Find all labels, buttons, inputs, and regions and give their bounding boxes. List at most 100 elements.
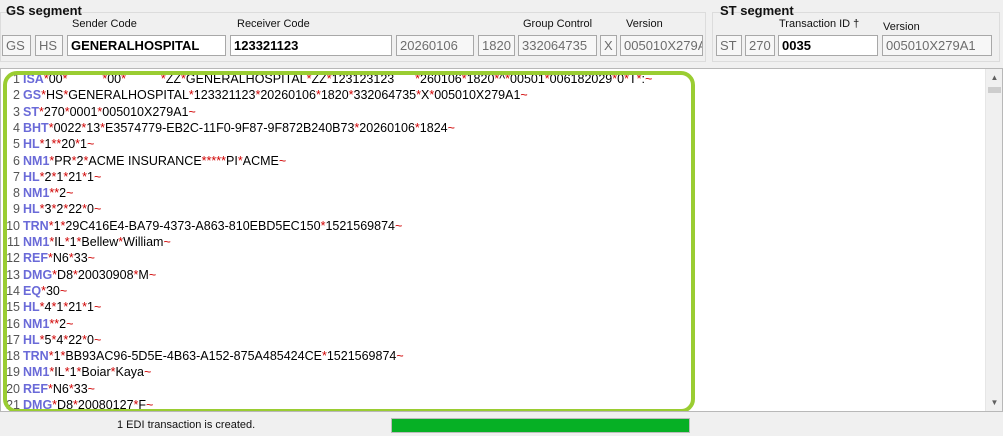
element-text: O: [137, 88, 147, 103]
edi-line[interactable]: 7 HL*2*1*21*1~: [1, 169, 986, 185]
edi-line[interactable]: 19 NM1*IL*1*Boiar*Kaya~: [1, 364, 986, 380]
element-text: 4: [44, 300, 52, 315]
element-text: C: [79, 218, 89, 233]
edi-line[interactable]: 3 ST*270*0001*005010X279A1~: [1, 104, 986, 120]
edi-line[interactable]: 17 HL*5*4*22*0~: [1, 332, 986, 348]
element-text: 2: [334, 88, 342, 103]
transaction-set-code-field[interactable]: 270: [745, 35, 775, 56]
gs-version-field[interactable]: 005010X279A1: [620, 35, 703, 56]
edi-line[interactable]: 13 DMG*D8*20030908*M~: [1, 267, 986, 283]
gs-id-field[interactable]: GS: [2, 35, 31, 56]
segment-terminator: ~: [93, 169, 102, 184]
element-text: F: [216, 120, 224, 135]
element-text: 1: [234, 88, 242, 103]
edi-text-editor[interactable]: 1 ISA*00* *00* *ZZ*GENERALHOSPITAL*ZZ*123…: [0, 68, 1003, 412]
edi-line[interactable]: 4 BHT*0022*13*E3574779-EB2C-11F0-9F87-9F8…: [1, 120, 986, 136]
segment-id: REF: [23, 381, 48, 396]
element-text: 1: [208, 349, 216, 364]
element-text: 1: [326, 349, 334, 364]
element-text: G: [68, 88, 78, 103]
receiver-code-field[interactable]: 123321123: [230, 35, 392, 56]
edi-line[interactable]: 8 NM1**2~: [1, 185, 986, 201]
edi-line[interactable]: 14 EQ*30~: [1, 283, 986, 299]
element-text: 0: [516, 72, 524, 86]
element-text: 5: [448, 88, 456, 103]
edi-line[interactable]: 18 TRN*1*BB93AC96-5D5E-4B63-A152-875A4854…: [1, 348, 986, 364]
scroll-down-arrow-icon[interactable]: ▼: [986, 394, 1002, 411]
edi-line[interactable]: 15 HL*4*1*21*1~: [1, 299, 986, 315]
st-id-field[interactable]: ST: [716, 35, 742, 56]
element-text: 0: [86, 332, 94, 347]
element-text: 8: [66, 267, 74, 282]
element-text: 3: [217, 218, 225, 233]
edi-line[interactable]: 5 HL*1**20*1~: [1, 136, 986, 152]
element-text: N: [131, 153, 141, 168]
edi-line[interactable]: 12 REF*N6*33~: [1, 250, 986, 266]
element-text: 8: [473, 72, 481, 86]
element-text: 2: [77, 267, 85, 282]
element-text: 4: [117, 218, 125, 233]
segment-terminator: ~: [644, 72, 653, 86]
edi-line[interactable]: 6 NM1*PR*2*ACME INSURANCE*****PI*ACME~: [1, 153, 986, 169]
element-text: 6: [210, 218, 218, 233]
gs-date-field[interactable]: 20260106: [396, 35, 474, 56]
element-text: L: [57, 365, 65, 380]
vertical-scrollbar[interactable]: ▲ ▼: [985, 69, 1002, 411]
element-text: 6: [454, 72, 462, 86]
element-text: B: [128, 218, 138, 233]
element-text: 3: [89, 349, 96, 364]
element-text: 1: [462, 88, 469, 103]
element-text: E: [166, 120, 175, 135]
edi-line[interactable]: 10 TRN*1*29C416E4-BA79-4373-A863-810EBD5E…: [1, 218, 986, 234]
element-text: N: [52, 381, 62, 396]
element-text: 1: [69, 235, 77, 249]
agency-code-field[interactable]: X: [600, 35, 617, 56]
edi-line[interactable]: 1 ISA*00* *00* *ZZ*GENERALHOSPITAL*ZZ*123…: [1, 71, 986, 87]
element-text: C: [96, 153, 106, 168]
gs-time-field[interactable]: 1820: [478, 35, 515, 56]
scroll-up-arrow-icon[interactable]: ▲: [986, 69, 1002, 86]
transaction-id-field[interactable]: 0035: [778, 35, 878, 56]
element-text: 3: [45, 283, 53, 298]
edi-line[interactable]: 16 NM1**2~: [1, 316, 986, 332]
element-text: A: [200, 349, 209, 364]
element-text: 0: [86, 202, 94, 217]
element-text: M: [105, 153, 117, 168]
element-text: 0: [91, 267, 99, 282]
element-text: 1: [181, 104, 189, 119]
element-text: E: [109, 218, 118, 233]
element-text: 7: [50, 104, 58, 119]
element-text: 8: [233, 349, 241, 364]
element-text: P: [54, 153, 63, 168]
element-text: 2: [241, 88, 249, 103]
edi-line[interactable]: 11 NM1*IL*1*Bellew*William~: [1, 234, 986, 250]
st-version-field[interactable]: 005010X279A1: [882, 35, 992, 56]
line-number: 7: [13, 169, 20, 184]
element-text: X: [475, 88, 485, 103]
edi-line[interactable]: 20 REF*N6*33~: [1, 381, 986, 397]
segment-id: HL: [23, 202, 40, 217]
edi-line[interactable]: 21 DMG*D8*20080127*F~: [1, 397, 986, 412]
element-text: 2: [200, 88, 208, 103]
segment-terminator: ~: [87, 381, 95, 396]
element-text: 5: [44, 332, 52, 347]
progress-bar: [391, 418, 690, 433]
line-number: 12: [6, 251, 20, 266]
progress-fill: [392, 419, 689, 432]
element-text: a: [137, 365, 144, 380]
segment-terminator: ~: [146, 398, 154, 412]
sender-code-field[interactable]: GENERALHOSPITAL: [67, 35, 226, 56]
functional-id-field[interactable]: HS: [35, 35, 63, 56]
element-text: 0: [455, 88, 462, 103]
element-text: 8: [228, 218, 236, 233]
element-text: 8: [66, 398, 74, 412]
edi-line[interactable]: 9 HL*3*2*22*0~: [1, 201, 986, 217]
segment-terminator: ~: [93, 300, 102, 315]
element-text: 0: [52, 283, 60, 298]
element-text: 0: [530, 72, 538, 86]
scroll-thumb[interactable]: [988, 87, 1001, 93]
segment-id: HL: [23, 332, 40, 347]
edi-line[interactable]: 2 GS*HS*GENERALHOSPITAL*123321123*2026010…: [1, 87, 986, 103]
element-text: G: [185, 72, 196, 86]
group-control-field[interactable]: 332064735: [518, 35, 597, 56]
